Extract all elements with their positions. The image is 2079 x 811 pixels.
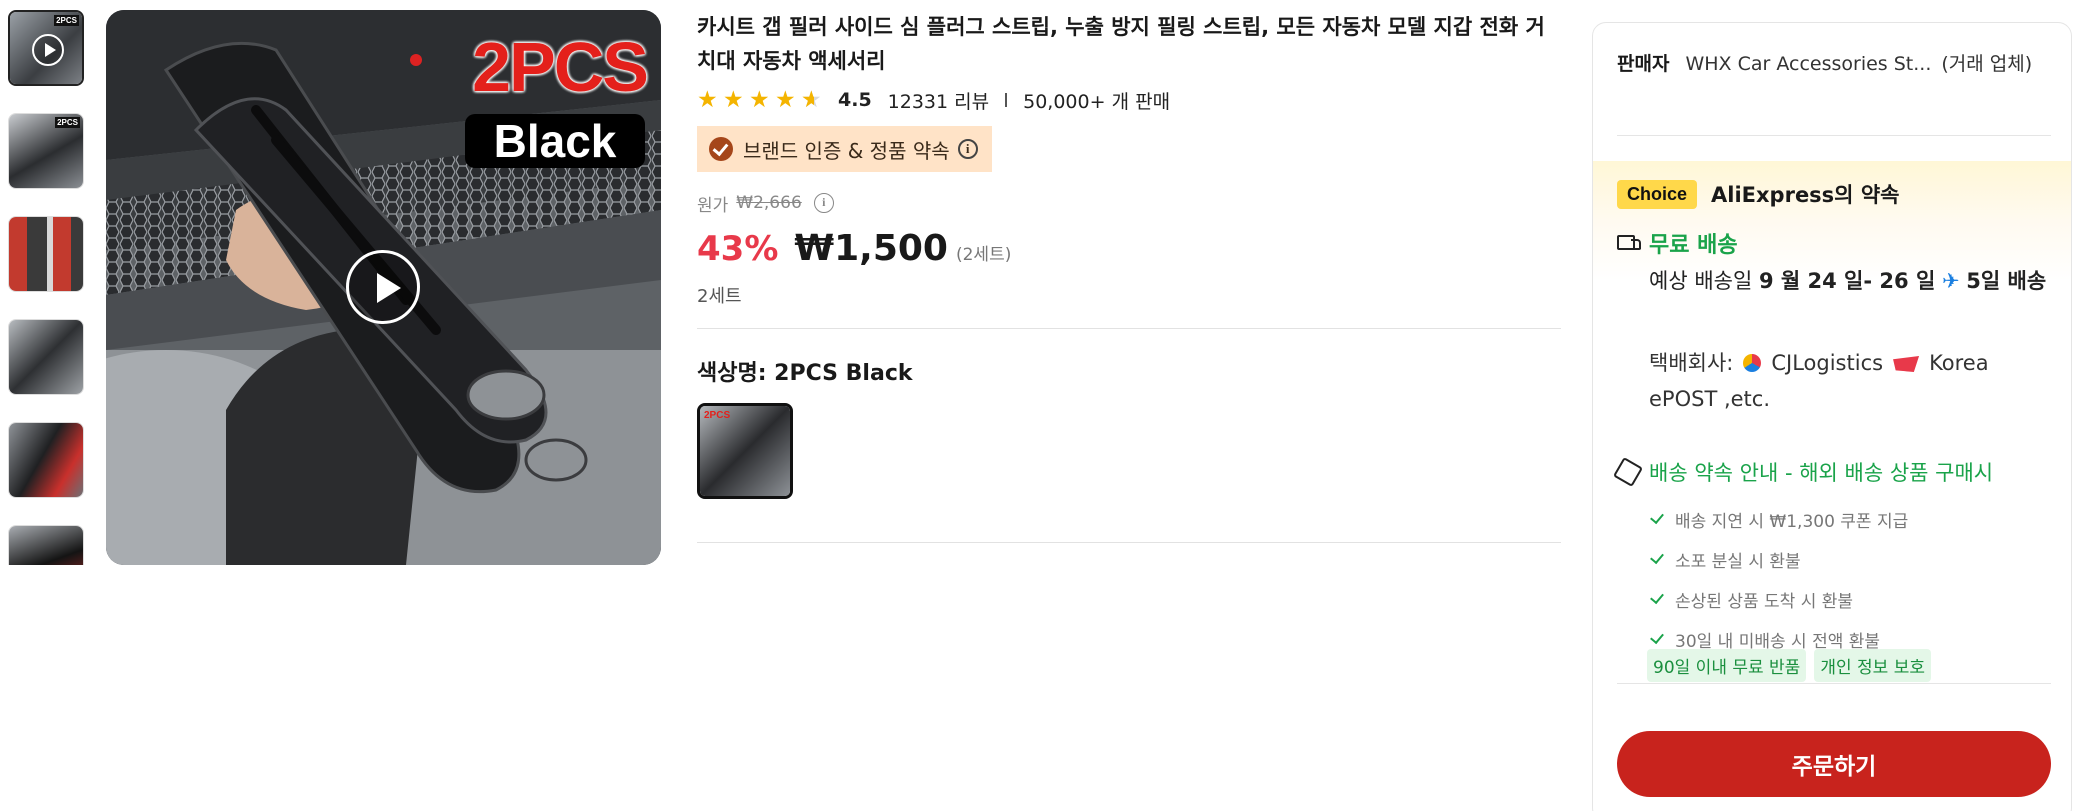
price-info-icon[interactable]: i: [813, 193, 834, 213]
rating-value: 4.5: [838, 89, 872, 111]
choice-title: AliExpress의 약속: [1711, 183, 1900, 207]
swatch-badge: 2PCS: [704, 410, 731, 421]
sold-count: 50,000+ 개 판매: [1023, 90, 1171, 113]
thumbnail-image[interactable]: [8, 422, 84, 498]
star-icon: ★: [775, 86, 796, 113]
verified-check-icon: [709, 137, 733, 161]
thumbnail-strip: 2PCS 2PCS: [8, 10, 84, 565]
benefit-tags: 90일 이내 무료 반품 개인 정보 보호: [1647, 649, 1931, 682]
list-item: 배송 지연 시 ₩1,300 쿠폰 지급: [1649, 499, 2049, 539]
product-title: 카시트 갭 필러 사이드 심 플러그 스트립, 누출 방지 필링 스트립, 모든…: [697, 15, 1545, 73]
main-product-image[interactable]: 2PCS Black: [106, 10, 661, 565]
carrier-cj: CJLogistics: [1771, 351, 1884, 375]
review-count-link[interactable]: 12331 리뷰: [888, 87, 989, 114]
list-item: 손상된 상품 도착 시 환불: [1649, 579, 2049, 619]
color-badge: Black: [465, 114, 645, 168]
price-unit: (2세트): [955, 245, 1012, 265]
divider: [1617, 135, 2051, 136]
thumbnail-image[interactable]: [8, 525, 84, 565]
list-item: 소포 분실 시 환불: [1649, 539, 2049, 579]
divider: [697, 542, 1561, 543]
thumbnail-image[interactable]: 2PCS: [8, 113, 84, 189]
seller-label: 판매자: [1617, 53, 1670, 75]
seller-note: (거래 업체): [1941, 53, 2033, 75]
free-return-tag[interactable]: 90일 이내 무료 반품: [1647, 649, 1807, 682]
carrier-row: 택배회사: CJLogistics Korea ePOST ,etc.: [1649, 345, 2049, 417]
star-icon: ★: [723, 86, 744, 113]
play-icon: [32, 34, 64, 66]
check-icon: [1650, 589, 1664, 605]
choice-header: Choice AliExpress의 약속: [1617, 179, 1899, 209]
check-icon: [1650, 629, 1664, 645]
divider: [697, 328, 1561, 329]
thumbnail-badge: 2PCS: [54, 15, 79, 26]
pack-size-badge: 2PCS: [472, 28, 649, 106]
plane-icon: ✈: [1941, 269, 1960, 293]
play-video-icon[interactable]: [346, 250, 420, 324]
promise-title: 배송 약속 안내 - 해외 배송 상품 구매시: [1649, 461, 1994, 485]
package-icon: [1612, 456, 1644, 488]
choice-badge: Choice: [1617, 179, 1698, 209]
check-icon: [1650, 549, 1664, 565]
brand-verified-badge[interactable]: 브랜드 인증 & 정품 약속 i: [697, 126, 992, 172]
delivery-estimate-label: 예상 배송일: [1649, 269, 1753, 293]
korea-post-logo-icon: [1893, 356, 1920, 372]
rating-row: ★ ★ ★ ★ ★ ★ 4.5 12331 리뷰 50,000+ 개 판매: [697, 86, 1561, 114]
privacy-tag[interactable]: 개인 정보 보호: [1814, 649, 1931, 682]
purchase-panel: 판매자 WHX Car Accessories St... (거래 업체) Ch…: [1592, 22, 2072, 811]
delivery-days: 5일 배송: [1966, 269, 2047, 293]
half-star-icon: ★ ★: [801, 86, 822, 113]
delivery-promise-link[interactable]: 배송 약속 안내 - 해외 배송 상품 구매시: [1612, 456, 1994, 488]
order-button[interactable]: 주문하기: [1617, 731, 2051, 797]
seller-name-link[interactable]: WHX Car Accessories St...: [1685, 49, 1931, 79]
thumbnail-image[interactable]: [8, 319, 84, 395]
product-info: 카시트 갭 필러 사이드 심 플러그 스트립, 누출 방지 필링 스트립, 모든…: [697, 10, 1561, 543]
rating-stars[interactable]: ★ ★ ★ ★ ★ ★: [697, 86, 824, 113]
choice-promise-section: Choice AliExpress의 약속 무료 배송 예상 배송일 9 월 2…: [1593, 161, 2071, 721]
price-row: 43% ₩1,500 (2세트): [697, 228, 1561, 270]
delivery-dates: 9 월 24 일- 26 일: [1758, 269, 1936, 293]
seller-row: 판매자 WHX Car Accessories St... (거래 업체): [1617, 49, 2051, 79]
color-swatch-2pcs-black[interactable]: 2PCS: [697, 403, 793, 499]
carrier-label: 택배회사:: [1649, 351, 1734, 375]
free-shipping-label: 무료 배송: [1649, 233, 1738, 258]
truck-icon: [1617, 234, 1641, 252]
divider: [1617, 683, 2051, 684]
promise-item-label: 30일 내 미배송 시 전액 환불: [1675, 631, 1881, 652]
color-name-label: 색상명: 2PCS Black: [697, 361, 913, 386]
star-icon: ★: [697, 86, 718, 113]
promise-list: 배송 지연 시 ₩1,300 쿠폰 지급 소포 분실 시 환불 손상된 상품 도…: [1649, 499, 2049, 659]
original-price-row: 원가 ₩2,666 i: [697, 192, 1561, 216]
original-price: ₩2,666: [736, 193, 802, 213]
thumbnail-badge: 2PCS: [55, 117, 80, 128]
star-icon: ★: [749, 86, 770, 113]
thumbnail-video[interactable]: 2PCS: [8, 10, 84, 86]
promise-item-label: 소포 분실 시 환불: [1675, 551, 1801, 572]
brand-verified-label: 브랜드 인증 & 정품 약속: [743, 138, 950, 163]
sale-price: ₩1,500: [794, 228, 948, 269]
info-icon[interactable]: i: [957, 139, 978, 159]
thumbnail-image[interactable]: [8, 216, 84, 292]
promise-item-label: 손상된 상품 도착 시 환불: [1675, 591, 1854, 612]
free-shipping-row: 무료 배송: [1617, 227, 1738, 259]
original-price-label: 원가: [697, 195, 729, 216]
delivery-estimate: 예상 배송일 9 월 24 일- 26 일 ✈ 5일 배송: [1649, 263, 2049, 299]
divider: [1005, 93, 1008, 107]
promise-item-label: 배송 지연 시 ₩1,300 쿠폰 지급: [1675, 511, 1909, 532]
set-quantity: 2세트: [697, 286, 742, 307]
discount-percent: 43%: [697, 229, 779, 269]
cj-logistics-logo-icon: [1743, 354, 1762, 372]
check-icon: [1650, 509, 1664, 525]
